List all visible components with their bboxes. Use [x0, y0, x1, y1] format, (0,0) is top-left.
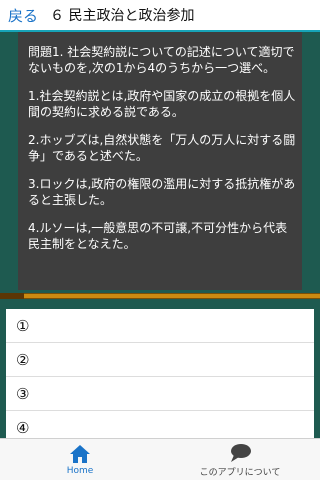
question-option-2: 2.ホッブズは,自然状態を「万人の万人に対する闘争」であると述べた。 [28, 133, 296, 163]
tab-home[interactable]: Home [0, 439, 160, 480]
back-button[interactable]: 戻る [0, 5, 38, 26]
tab-about[interactable]: このアプリについて [160, 439, 320, 480]
speech-bubble-icon [231, 443, 251, 462]
tab-bar: Home このアプリについて [0, 438, 320, 480]
home-icon [70, 445, 90, 463]
question-text: 問題1. 社会契約説についての記述について適切でないものを,次の1から4のうちか… [28, 44, 296, 264]
question-option-3: 3.ロックは,政府の権限の濫用に対する抵抗権があると主張した。 [28, 177, 296, 207]
page-title: ６ 民主政治と政治参加 [50, 8, 195, 24]
question-prompt: 問題1. 社会契約説についての記述について適切でないものを,次の1から4のうちか… [28, 45, 295, 75]
chalkboard: 問題1. 社会契約説についての記述について適切でないものを,次の1から4のうちか… [0, 32, 320, 290]
top-bar: 戻る ６ 民主政治と政治参加 [0, 0, 320, 32]
answer-button-1[interactable]: ① [6, 309, 314, 343]
chalk-ledge-bar [0, 293, 320, 299]
tab-home-label: Home [66, 466, 94, 476]
answer-button-3[interactable]: ③ [6, 377, 314, 411]
question-option-4: 4.ルソーは,一般意思の不可譲,不可分性から代表民主制をとなえた。 [28, 221, 288, 251]
question-option-1: 1.社会契約説とは,政府や国家の成立の根拠を個人間の契約に求める説である。 [28, 89, 296, 119]
tab-about-label: このアプリについて [199, 467, 281, 478]
answer-list: ① ② ③ ④ [0, 302, 320, 445]
chalk-ledge [0, 290, 320, 302]
eraser [0, 293, 24, 299]
answer-button-2[interactable]: ② [6, 343, 314, 377]
